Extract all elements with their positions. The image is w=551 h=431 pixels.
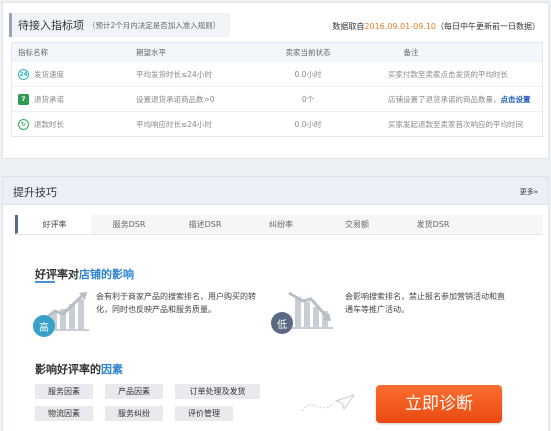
factors-heading-a: 影响好评率的 — [35, 363, 101, 376]
table-row: 24 发货速度 平均发货时长≤24小时 0.0小时 买家付款至卖家点击发货的平均时… — [12, 61, 542, 86]
header-expected-level: 期望水平 — [136, 47, 166, 57]
high-badge: 高 — [33, 315, 55, 337]
impact-heading-b: 店铺的影响 — [79, 268, 134, 281]
ship-speed-icon: 24 — [18, 68, 29, 80]
refund-time-icon: ↻ — [18, 118, 29, 130]
metric-name: 发货速度 — [34, 69, 64, 79]
table-header-row: 指标名称 期望水平 卖家当前状态 备注 — [12, 43, 542, 61]
factor-tag: 物流因素 — [35, 406, 93, 421]
factor-tag: 服务因素 — [35, 384, 93, 399]
tab-transaction-amount[interactable]: 交易额 — [319, 215, 395, 234]
data-period-info: 数据取自2016.09.01-09.10（每日中午更新前一日数据） — [332, 21, 540, 32]
factors-heading-b: 因素 — [101, 363, 123, 376]
setup-link[interactable]: 点击设置 — [501, 95, 531, 104]
header-note: 备注 — [403, 47, 419, 57]
header-metric-name: 指标名称 — [18, 47, 48, 57]
impact-heading: 好评率对店铺的影响 — [35, 266, 134, 282]
metric-name: 退款时长 — [34, 119, 64, 129]
data-period-date: 2016.09.01-09.10 — [364, 22, 436, 31]
entry-metrics-panel: 待接入指标项 （预计2个月内决定是否加入准入规则） 数据取自2016.09.01… — [2, 2, 549, 159]
table-row: 7 退货承诺 设置退货承诺商品数>0 0个 店铺设置了退货承诺的商品数量，点击设置 — [12, 86, 542, 111]
entry-metrics-subtitle: （预计2个月内决定是否加入准入规则） — [88, 20, 221, 30]
factor-tag: 订单处理及发货 — [175, 384, 260, 399]
data-period-suffix: （每日中午更新前一日数据） — [436, 22, 540, 31]
entry-metrics-title: 待接入指标项 — [18, 19, 84, 32]
more-link[interactable]: 更多» — [520, 187, 538, 197]
factor-tag: 产品因素 — [105, 384, 163, 399]
note: 买家发起退款至卖家首次响应的平均时间 — [388, 119, 523, 129]
diagnose-button[interactable]: 立即诊断 — [376, 385, 502, 423]
expected-level: 设置退货承诺商品数>0 — [136, 94, 215, 104]
expected-level: 平均响应时长≤24小时 — [136, 119, 212, 129]
page: 待接入指标项 （预计2个月内决定是否加入准入规则） 数据取自2016.09.01… — [0, 0, 551, 431]
tips-tabs: 好评率 服务DSR 描述DSR 纠纷率 交易额 发货DSR — [15, 215, 543, 235]
expected-level: 平均发货时长≤24小时 — [136, 69, 212, 79]
current-status: 0.0小时 — [294, 69, 322, 79]
note: 店铺设置了退货承诺的商品数量， — [388, 94, 501, 104]
factors-heading: 影响好评率的因素 — [35, 361, 123, 377]
tips-header: 提升技巧 更多» — [3, 177, 548, 205]
metrics-table: 指标名称 期望水平 卖家当前状态 备注 24 发货速度 平均发货时长≤24小时 0… — [11, 42, 543, 137]
return-promise-icon: 7 — [18, 93, 29, 105]
tips-panel: 提升技巧 更多» 好评率 服务DSR 描述DSR 纠纷率 交易额 发货DSR 好… — [2, 176, 549, 431]
tab-dispute-rate[interactable]: 纠纷率 — [243, 215, 319, 234]
tab-shipping-dsr[interactable]: 发货DSR — [395, 215, 471, 234]
impact-heading-a: 好评率对 — [35, 268, 79, 281]
metric-name: 退货承诺 — [34, 94, 64, 104]
tab-description-dsr[interactable]: 描述DSR — [167, 215, 243, 234]
paper-plane-icon — [301, 394, 356, 412]
high-impact-text: 会有利于商家产品的搜索排名，用户购买的转化，同时也反映产品和服务质量。 — [96, 292, 256, 314]
low-badge: 低 — [271, 312, 293, 334]
factor-tag: 服务纠纷 — [105, 406, 163, 421]
data-period-prefix: 数据取自 — [332, 22, 365, 31]
factor-tag: 评价管理 — [175, 406, 233, 421]
note: 买家付款至卖家点击发货的平均时长 — [388, 69, 508, 79]
heading-underline — [35, 281, 55, 283]
current-status: 0.0小时 — [294, 119, 322, 129]
tips-title: 提升技巧 — [13, 186, 57, 199]
tab-service-dsr[interactable]: 服务DSR — [91, 215, 167, 234]
tab-good-rate[interactable]: 好评率 — [15, 215, 91, 234]
current-status: 0个 — [301, 94, 315, 104]
header-current-status: 卖家当前状态 — [285, 47, 331, 57]
low-impact-text: 会影响搜索排名，禁止报名参加营销活动和直通车等推广活动。 — [345, 292, 505, 314]
table-row: ↻ 退款时长 平均响应时长≤24小时 0.0小时 买家发起退款至卖家首次响应的平均… — [12, 111, 542, 136]
entry-metrics-heading: 待接入指标项 （预计2个月内决定是否加入准入规则） — [9, 13, 231, 37]
